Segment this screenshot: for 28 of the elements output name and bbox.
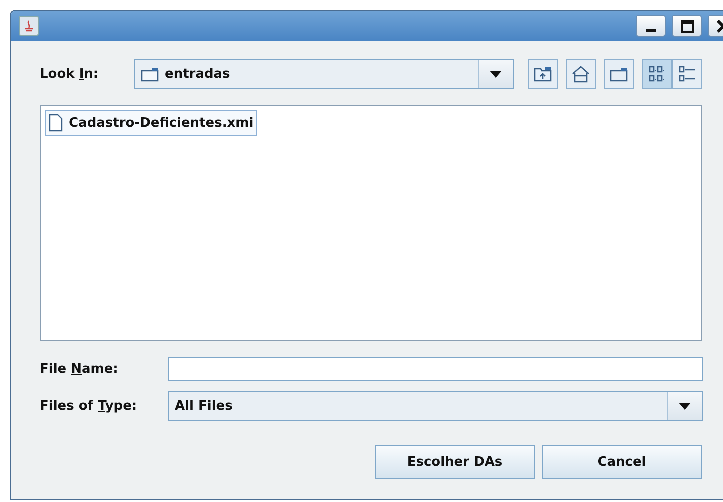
list-button[interactable] <box>642 59 672 89</box>
file-item[interactable]: Cadastro-Deficientes.xmi <box>45 110 257 136</box>
minimize-button[interactable] <box>636 15 666 37</box>
details-button[interactable] <box>672 59 702 89</box>
look-in-dropdown[interactable]: entradas <box>134 59 514 89</box>
minimize-icon <box>646 29 656 32</box>
maximize-button[interactable] <box>672 15 702 37</box>
dialog-button[interactable]: Cancel <box>542 445 702 479</box>
new-folder-button[interactable] <box>604 59 634 89</box>
folder-up-icon <box>534 66 552 82</box>
file-type-label: Files of Type: <box>40 398 138 414</box>
file-type-dropdown[interactable]: All Files <box>168 391 703 421</box>
file-icon <box>49 114 63 132</box>
dropdown-arrow-icon <box>679 402 691 410</box>
list-view-icon <box>648 66 666 82</box>
details-view-icon <box>678 66 696 82</box>
app-icon <box>19 16 39 36</box>
dialog-button[interactable]: Escolher DAs <box>375 445 535 479</box>
file-name-field[interactable] <box>168 357 703 381</box>
maximize-icon <box>680 20 694 32</box>
folder-icon <box>141 66 159 82</box>
home-icon <box>572 66 590 82</box>
up-button[interactable] <box>528 59 558 89</box>
look-in-label: Look In: <box>40 66 100 82</box>
dropdown-arrow-icon <box>490 70 502 78</box>
folder-icon <box>610 66 628 82</box>
home-button[interactable] <box>566 59 596 89</box>
file-name-label: File Name: <box>40 362 120 376</box>
